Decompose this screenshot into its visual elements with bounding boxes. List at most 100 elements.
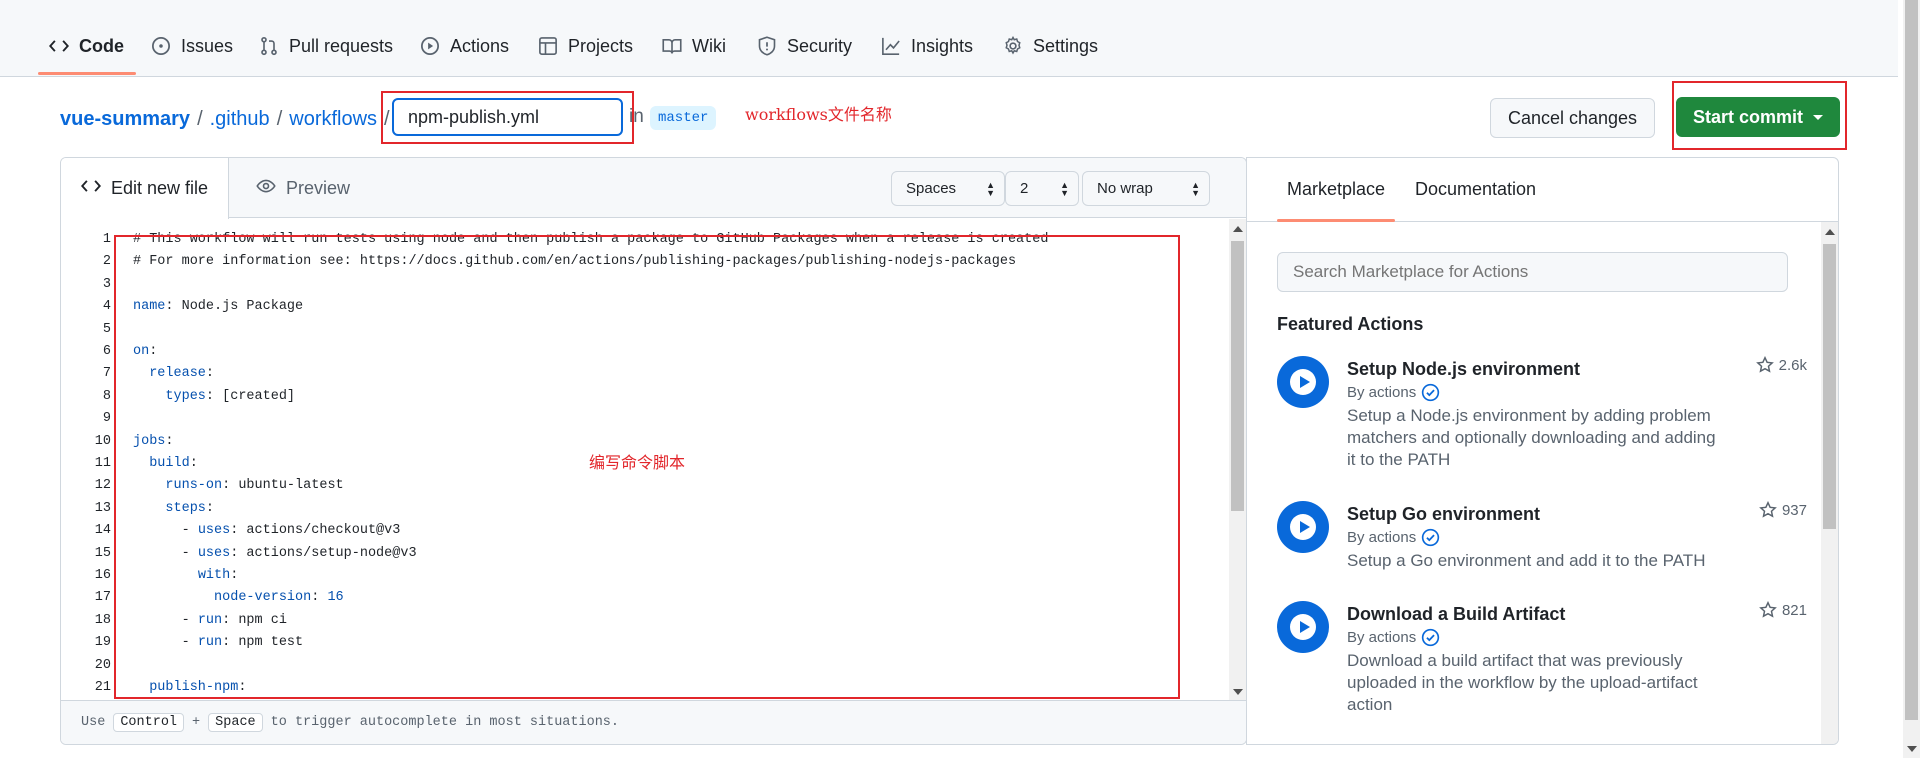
tab-actions[interactable]: Actions [419,26,509,66]
tab-projects[interactable]: Projects [537,26,633,66]
indent-mode-select[interactable]: Spaces ▲ ▼ [891,171,1005,206]
scroll-up-icon[interactable] [1233,226,1243,232]
code-token: - [133,612,198,628]
code-line[interactable]: 16 with: [61,565,1231,587]
code-text: - uses: actions/setup-node@v3 [133,543,417,565]
action-title[interactable]: Download a Build Artifact [1347,604,1565,625]
line-number: 19 [94,635,111,651]
code-line[interactable]: 5 [61,319,1231,341]
code-token: # This workflow will run tests using nod… [133,232,1049,247]
star-icon [1759,501,1777,518]
scroll-down-icon[interactable] [1907,746,1917,752]
code-line[interactable]: 14 - uses: actions/checkout@v3 [61,520,1231,542]
tab-settings[interactable]: Settings [1002,26,1098,66]
scroll-up-icon[interactable] [1825,229,1835,235]
code-line[interactable]: 15 - uses: actions/setup-node@v3 [61,543,1231,565]
tab-marketplace[interactable]: Marketplace [1287,158,1385,221]
cancel-changes-button[interactable]: Cancel changes [1490,98,1655,138]
tab-code[interactable]: Code [48,26,124,66]
star-icon [1759,601,1777,618]
line-number: 11 [94,456,111,471]
action-card[interactable]: Download a Build Artifact By actions Dow… [1277,601,1817,721]
tab-issues[interactable]: Issues [150,26,233,66]
indent-mode-value: Spaces [906,180,957,197]
marketplace-scrollbar[interactable] [1821,222,1838,744]
marketplace-panel: Marketplace Documentation Featured Actio… [1246,157,1839,745]
code-line[interactable]: 6 on: [61,341,1231,363]
action-description: Setup a Node.js environment by adding pr… [1347,406,1716,469]
scroll-down-icon[interactable] [1233,689,1243,695]
line-number: 4 [102,299,111,315]
action-card[interactable]: Setup Go environment By actions Setup a … [1277,501,1817,581]
tab-preview[interactable]: Preview [256,158,350,218]
action-author-label: By actions [1347,629,1417,646]
scrollbar-thumb[interactable] [1823,244,1836,529]
scrollbar-thumb[interactable] [1905,0,1918,720]
code-token: : [149,344,158,359]
tab-pull-requests[interactable]: Pull requests [258,26,393,66]
code-line[interactable]: 1 # This workflow will run tests using no… [61,229,1231,251]
tab-security[interactable]: Security [756,26,852,66]
gear-icon [1002,35,1024,57]
code-text: - run: npm test [133,632,304,654]
code-line[interactable]: 19 - run: npm test [61,632,1231,654]
code-line[interactable]: 7 release: [61,363,1231,385]
editor-scrollbar[interactable] [1229,219,1246,702]
editor-footer: Use Control + Space to trigger autocompl… [61,700,1246,744]
code-line[interactable]: 9 [61,408,1231,430]
code-line[interactable]: 12 runs-on: ubuntu-latest [61,475,1231,497]
tab-edit-new-file[interactable]: Edit new file [61,158,229,219]
code-token: : [205,500,215,516]
code-token: : npm ci [222,612,287,628]
tab-wiki[interactable]: Wiki [661,26,726,66]
yaml-key: uses [197,523,231,539]
line-number: 18 [94,612,111,628]
tab-insights[interactable]: Insights [880,26,973,66]
tab-documentation[interactable]: Documentation [1415,158,1536,221]
code-token: : [311,590,328,606]
code-line[interactable]: 21 publish-npm: [61,677,1231,699]
indent-size-select[interactable]: 2 ▲ ▼ [1005,171,1079,206]
code-line[interactable]: 13 steps: [61,498,1231,520]
breadcrumb-repo-link[interactable]: vue-summary [60,108,190,131]
line-number: 15 [94,545,111,561]
code-token: - [133,523,198,539]
action-author-label: By actions [1347,384,1417,401]
action-play-icon [1277,601,1329,653]
code-line[interactable]: 4 name: Node.js Package [61,296,1231,318]
code-line[interactable]: 2 # For more information see: https://doc… [61,251,1231,273]
filename-input[interactable] [392,98,623,136]
line-number: 9 [102,411,111,427]
code-text: steps: [133,498,214,520]
action-title[interactable]: Setup Node.js environment [1347,359,1580,380]
marketplace-search-input[interactable] [1277,252,1788,292]
code-line[interactable]: 18 - run: npm ci [61,610,1231,632]
action-card[interactable]: Setup Node.js environment By actions Set… [1277,356,1817,476]
breadcrumb-workflows-link[interactable]: workflows [289,108,377,131]
line-number: 7 [102,366,111,382]
line-number: 10 [94,433,111,449]
code-line[interactable]: 20 [61,655,1231,677]
book-icon [661,35,683,57]
code-token: - [133,545,198,561]
wrap-mode-value: No wrap [1097,180,1153,197]
tab-label: Settings [1033,35,1099,56]
code-line[interactable]: 8 types: [created] [61,386,1231,408]
action-title[interactable]: Setup Go environment [1347,504,1540,525]
action-stars: 2.6k [1755,356,1807,374]
scrollbar-thumb[interactable] [1231,241,1244,511]
code-line[interactable]: 3 [61,274,1231,296]
breadcrumb-github-link[interactable]: .github [210,108,270,131]
start-commit-button[interactable]: Start commit [1676,97,1840,137]
code-line[interactable]: 17 node-version: 16 [61,587,1231,609]
code-text: node-version: 16 [133,587,344,609]
line-number: 16 [94,568,111,583]
page-scrollbar[interactable] [1903,0,1920,758]
wrap-mode-select[interactable]: No wrap ▲ ▼ [1082,171,1210,206]
code-text: types: [created] [133,386,295,408]
